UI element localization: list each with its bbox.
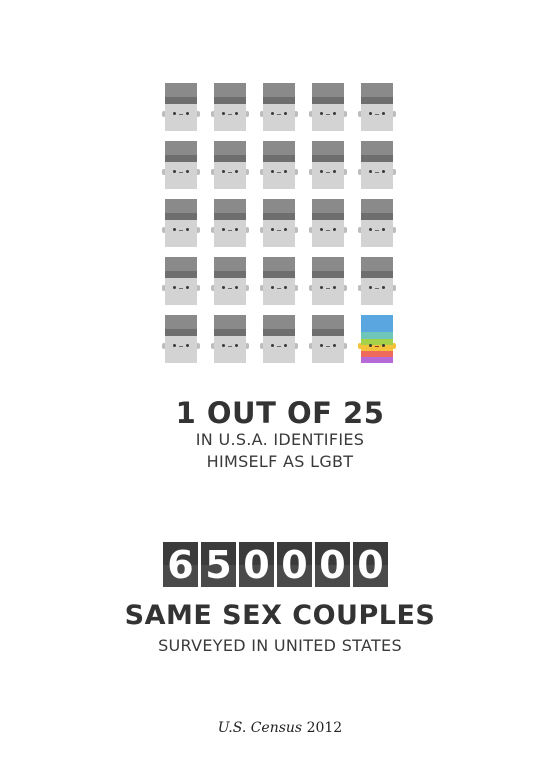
counter-digit: 0 [239,542,274,587]
person-icon [162,199,200,247]
stat-subline-couples: SURVEYED IN UNITED STATES [158,636,402,655]
pictogram-grid [162,83,398,363]
person-icon [309,257,347,305]
person-icon [358,141,396,189]
source-name: U.S. Census [217,720,303,736]
stat-headline-ratio: 1 OUT OF 25 [175,396,385,430]
person-icon [260,199,298,247]
stat-subline-2: HIMSELF AS LGBT [206,452,354,471]
person-icon [309,83,347,131]
counter-digit: 0 [353,542,388,587]
person-icon [260,315,298,363]
person-icon [309,199,347,247]
person-icon [162,257,200,305]
person-icon [260,257,298,305]
person-icon [162,315,200,363]
counter-digit: 5 [201,542,236,587]
source-year: 2012 [306,720,343,736]
person-icon [260,83,298,131]
person-icon [211,83,249,131]
person-icon [211,257,249,305]
person-icon [309,315,347,363]
counter-digit: 0 [277,542,312,587]
counter-digit: 0 [315,542,350,587]
counter-digit: 6 [163,542,198,587]
person-icon [211,199,249,247]
person-icon [162,83,200,131]
person-icon [358,199,396,247]
number-counter: 6 5 0 0 0 0 [163,542,388,587]
source-credit: U.S. Census 2012 [0,720,560,736]
person-icon [162,141,200,189]
person-icon [211,141,249,189]
person-icon [358,83,396,131]
person-icon [309,141,347,189]
rainbow-person-icon [358,315,396,363]
stat-subline-1: IN U.S.A. IDENTIFIES [195,430,365,449]
stat-headline-couples: SAME SEX COUPLES [124,600,436,631]
person-icon [260,141,298,189]
person-icon [358,257,396,305]
person-icon [211,315,249,363]
